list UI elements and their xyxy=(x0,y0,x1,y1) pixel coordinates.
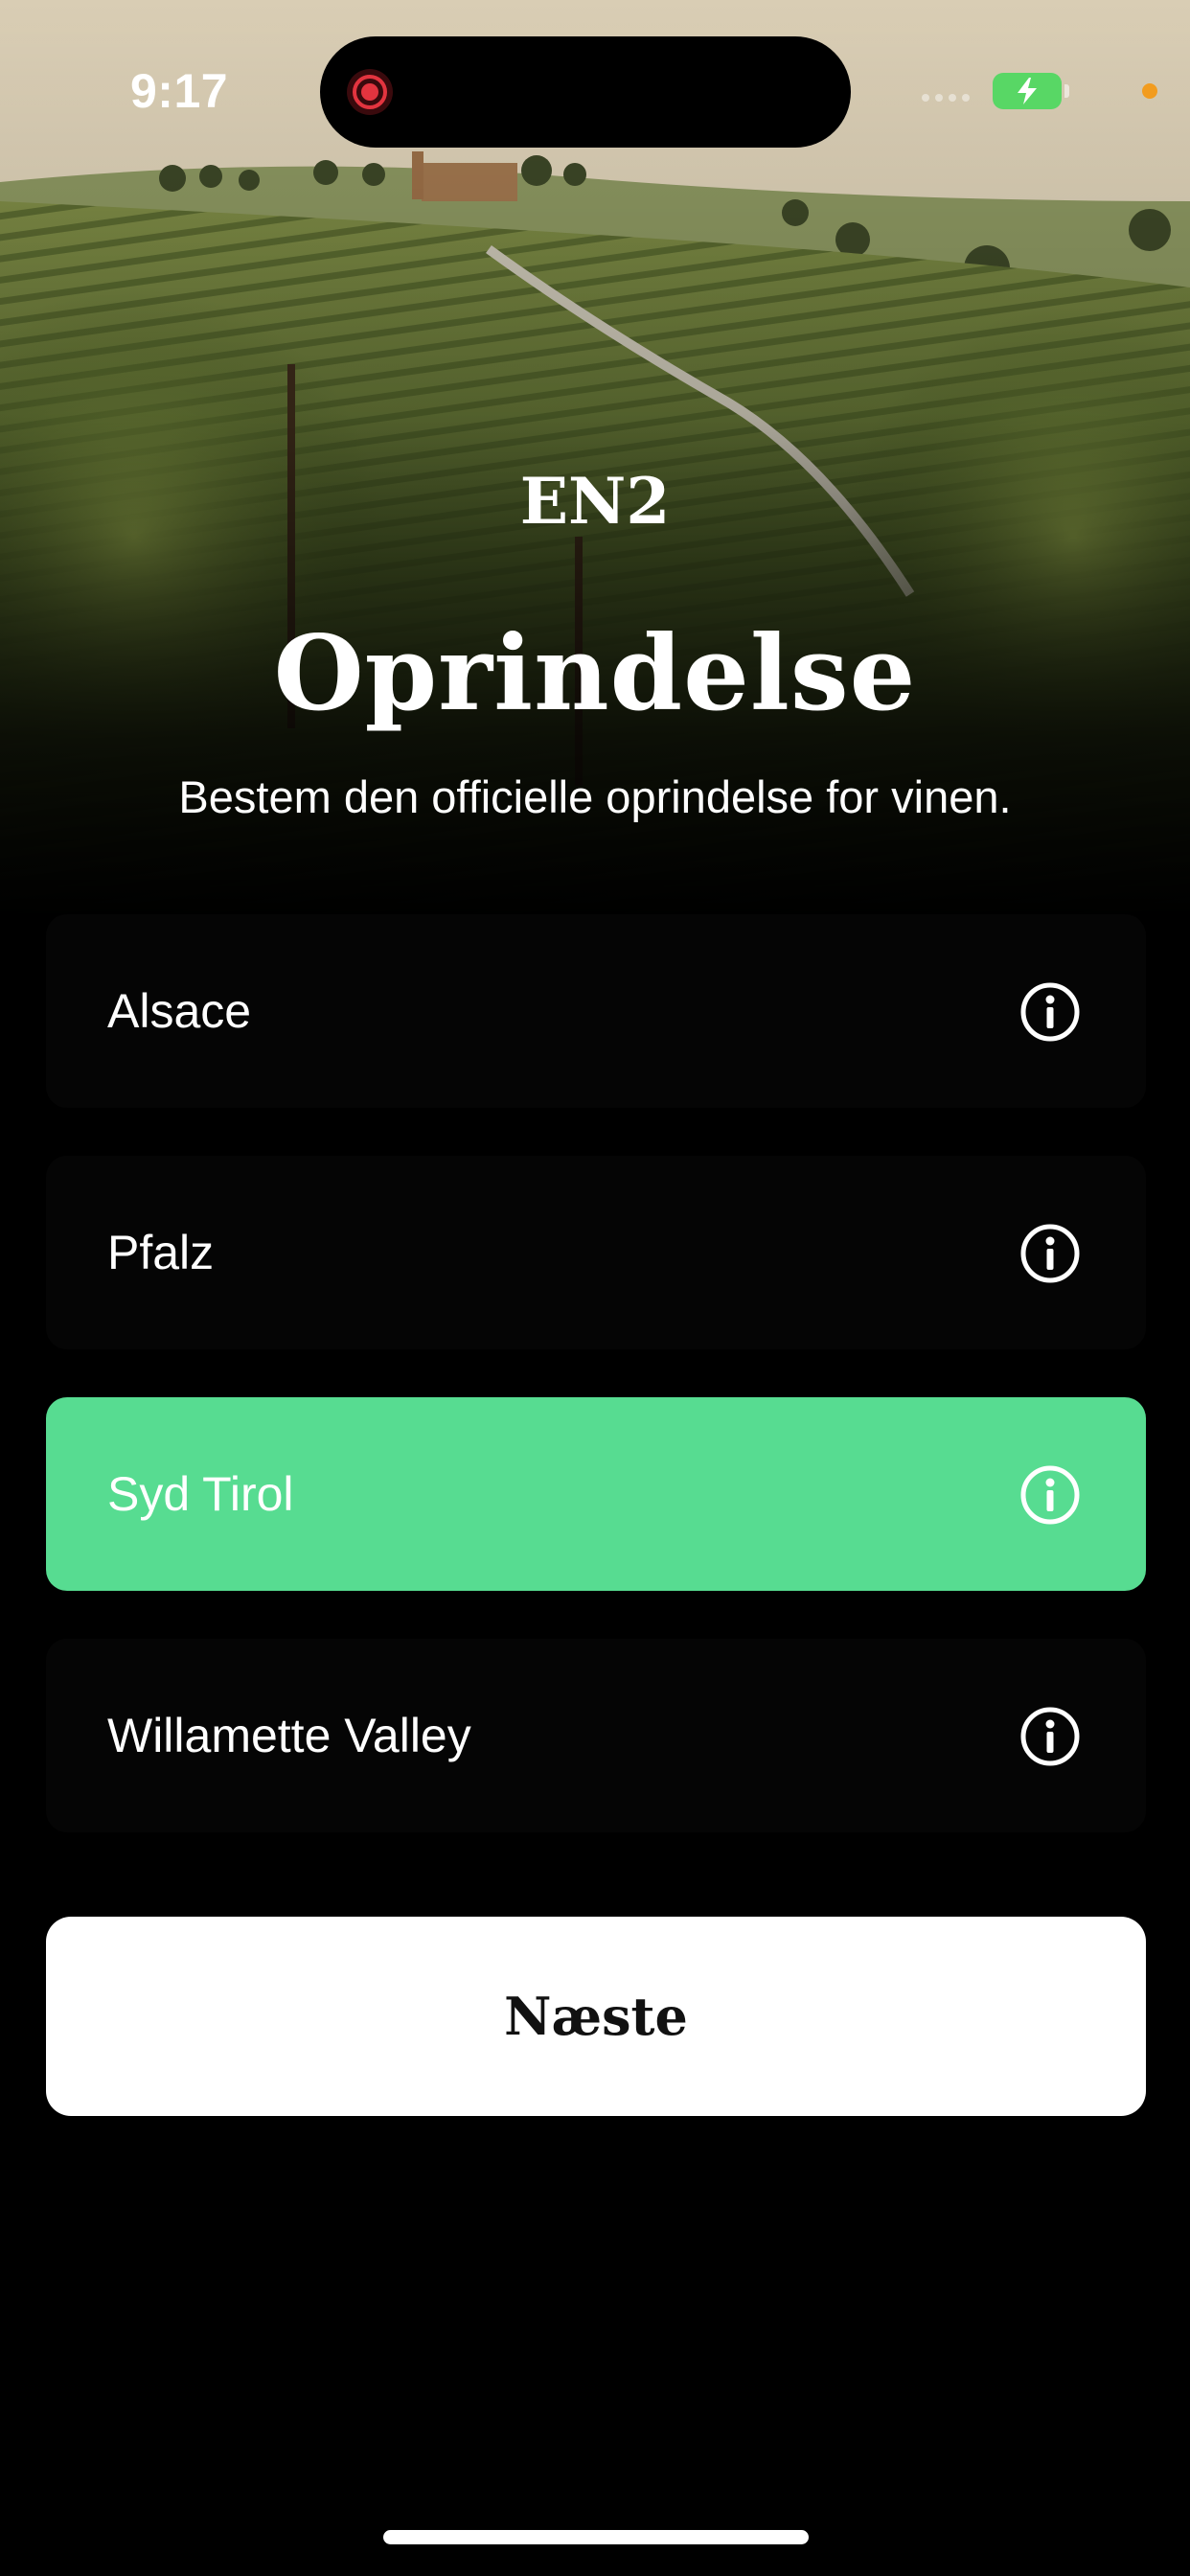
status-time: 9:17 xyxy=(130,64,229,118)
option-syd-tirol[interactable]: Syd Tirol xyxy=(46,1397,1146,1591)
option-label: Willamette Valley xyxy=(107,1709,471,1762)
page-subtitle: Bestem den officielle oprindelse for vin… xyxy=(178,771,1012,822)
info-icon[interactable] xyxy=(1019,1223,1081,1284)
page-title: Oprindelse xyxy=(273,613,917,734)
option-label: Pfalz xyxy=(107,1226,215,1279)
app-logo: EN2 xyxy=(519,464,671,539)
option-label: Alsace xyxy=(107,984,252,1038)
option-label: Syd Tirol xyxy=(107,1467,294,1521)
option-willamette-valley[interactable]: Willamette Valley xyxy=(46,1639,1146,1832)
home-indicator[interactable] xyxy=(383,2530,809,2544)
signal-icon xyxy=(922,94,973,104)
next-button-label: Næste xyxy=(504,1986,688,2047)
info-icon[interactable] xyxy=(1019,1464,1081,1526)
next-button[interactable]: Næste xyxy=(46,1917,1146,2116)
option-alsace[interactable]: Alsace xyxy=(46,914,1146,1108)
privacy-indicator xyxy=(1142,83,1157,99)
recording-icon xyxy=(347,69,393,115)
info-icon[interactable] xyxy=(1019,1706,1081,1767)
dynamic-island xyxy=(320,36,851,148)
info-icon[interactable] xyxy=(1019,981,1081,1043)
option-pfalz[interactable]: Pfalz xyxy=(46,1156,1146,1349)
battery-icon xyxy=(993,73,1069,109)
